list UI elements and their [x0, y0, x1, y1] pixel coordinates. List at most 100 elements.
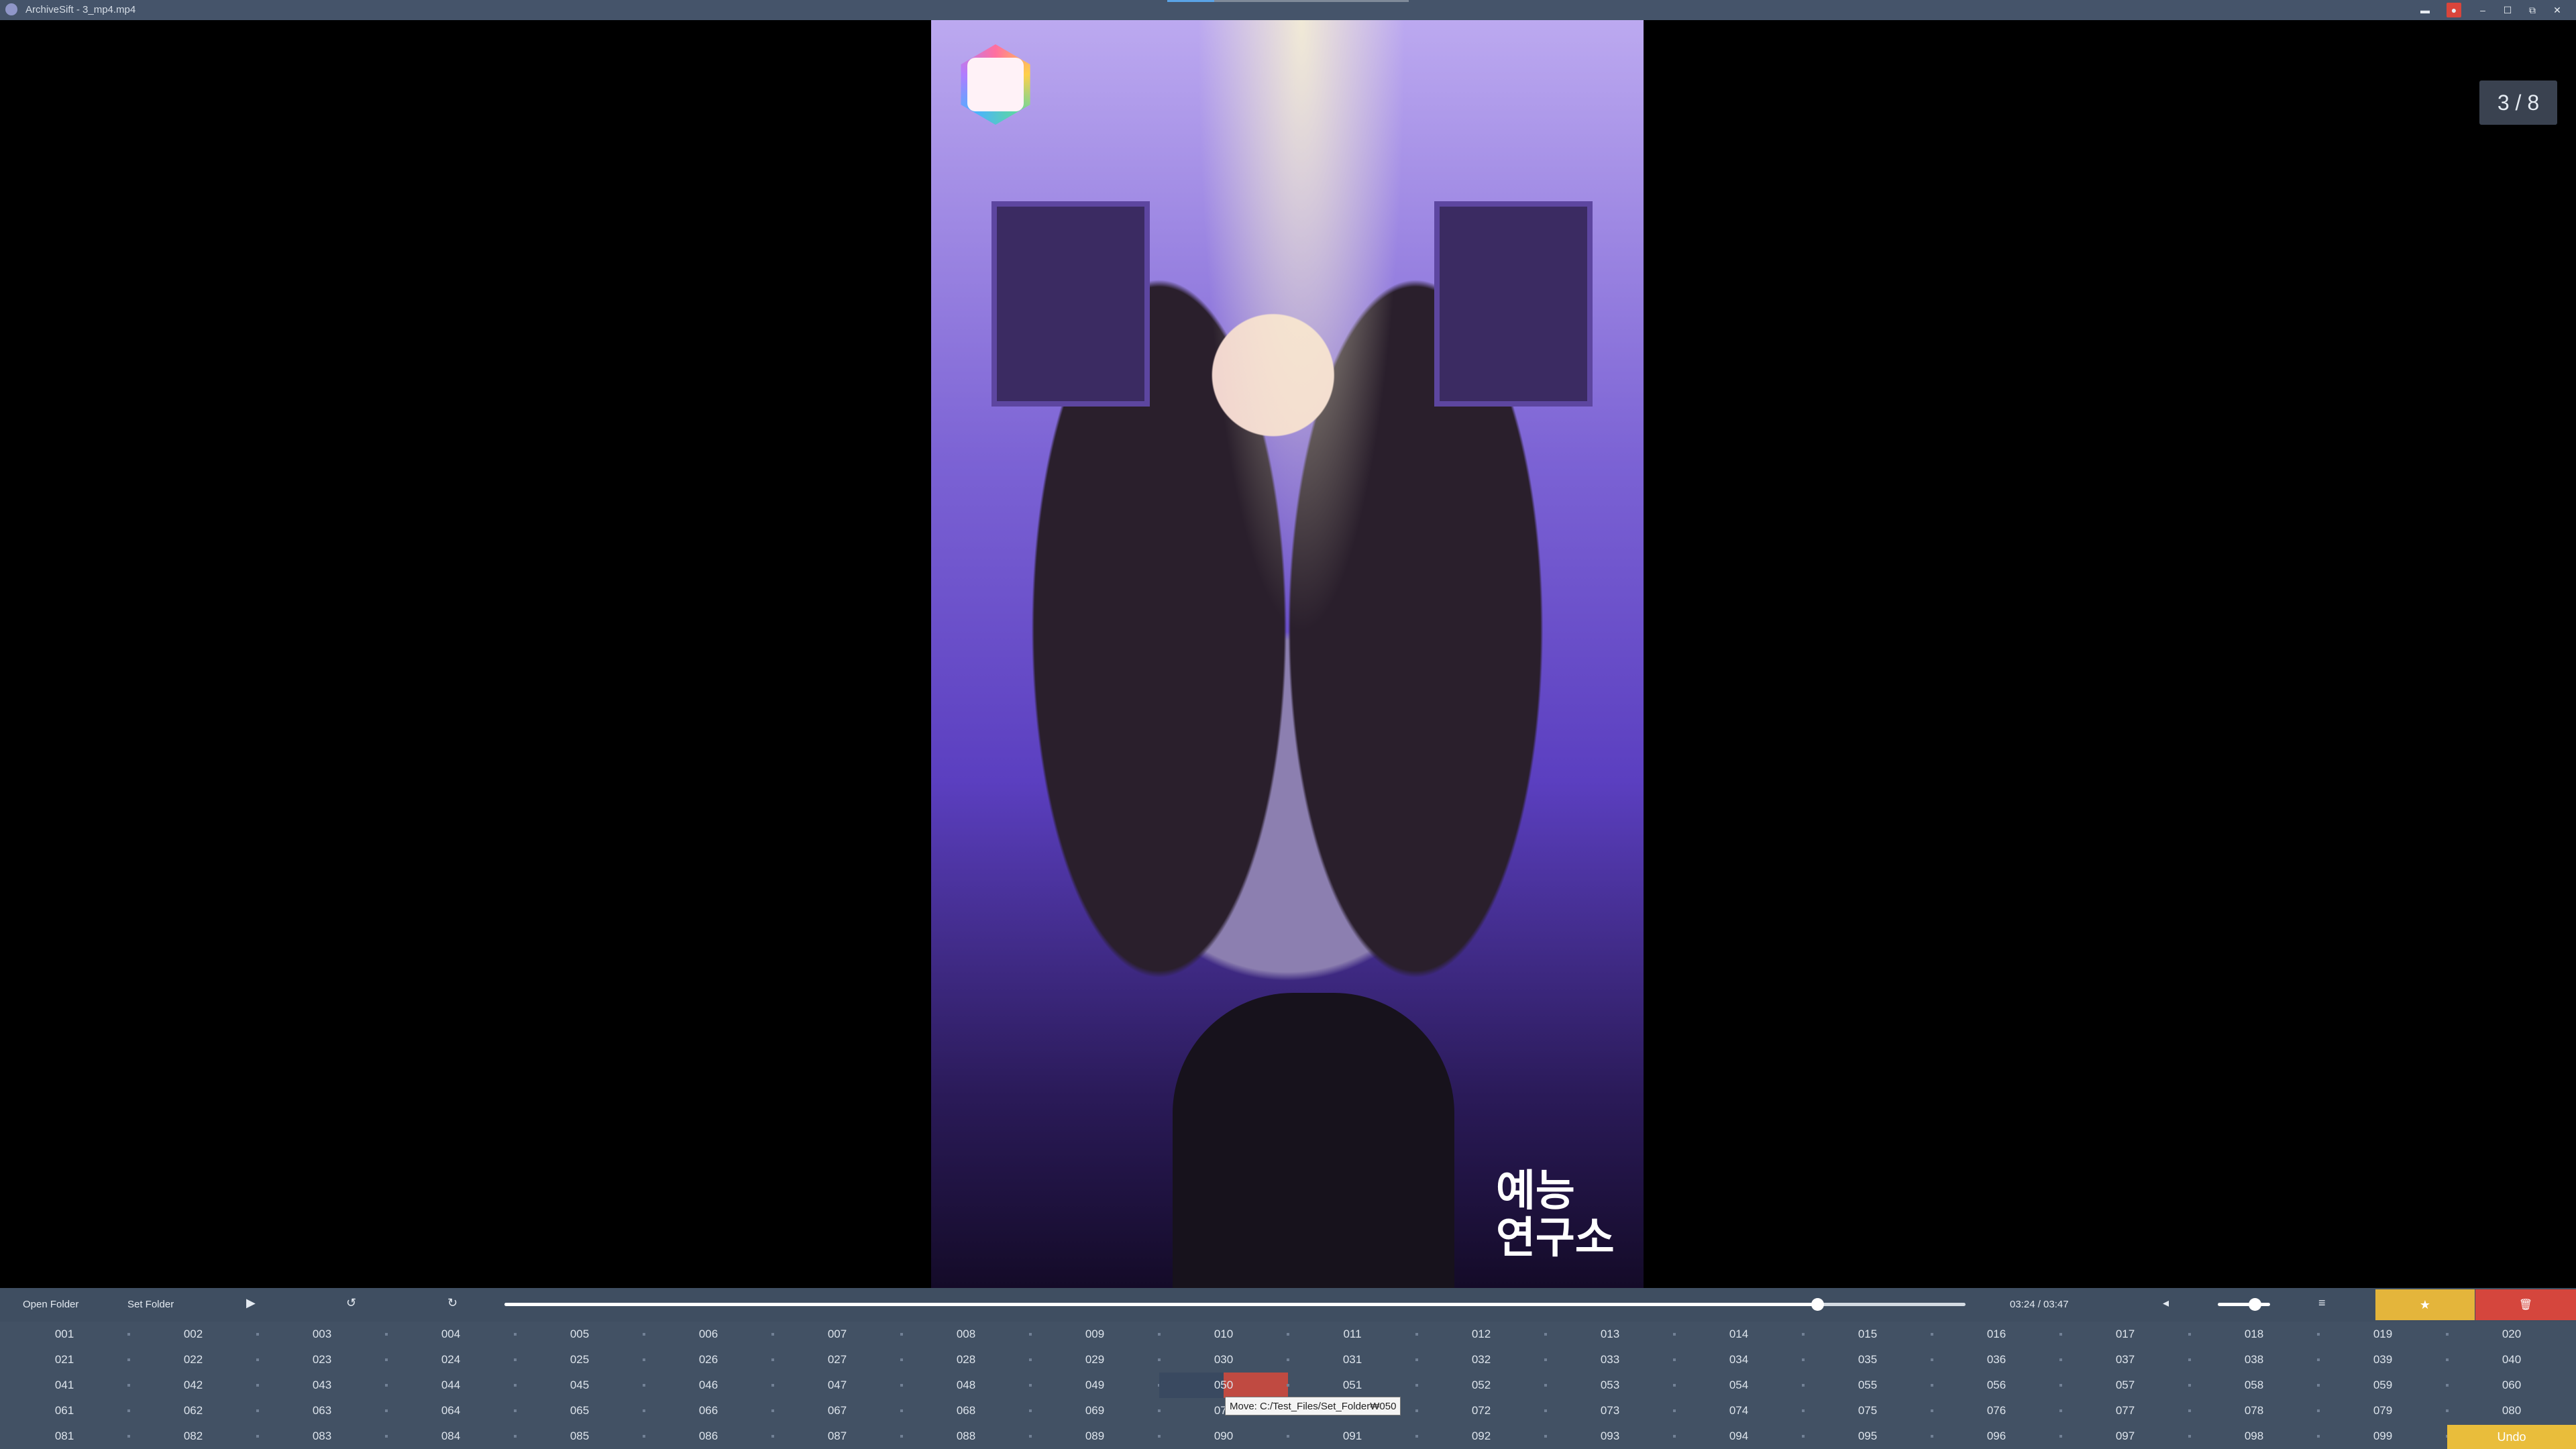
folder-cell[interactable]: 036	[1932, 1347, 2061, 1373]
volume-slider[interactable]	[2218, 1298, 2270, 1311]
folder-cell[interactable]: 046	[644, 1373, 773, 1398]
restore-button[interactable]: ⧉	[2525, 3, 2540, 17]
folder-cell[interactable]: 009	[1030, 1322, 1159, 1347]
rotate-left-icon[interactable]: ↺	[346, 1296, 356, 1310]
folder-cell[interactable]: 021	[0, 1347, 129, 1373]
folder-cell[interactable]: 094	[1674, 1424, 1803, 1449]
folder-cell[interactable]: 003	[258, 1322, 386, 1347]
folder-cell[interactable]: 087	[773, 1424, 902, 1449]
open-folder-button[interactable]: Open Folder	[23, 1299, 78, 1310]
folder-cell[interactable]: 005	[515, 1322, 644, 1347]
folder-cell[interactable]: 089	[1030, 1424, 1159, 1449]
folder-cell[interactable]: 020	[2447, 1322, 2576, 1347]
folder-cell[interactable]: 053	[1546, 1373, 1674, 1398]
folder-cell[interactable]: 076	[1932, 1398, 2061, 1424]
folder-cell[interactable]: 035	[1803, 1347, 1932, 1373]
folder-cell[interactable]: 033	[1546, 1347, 1674, 1373]
folder-cell[interactable]: 026	[644, 1347, 773, 1373]
folder-cell[interactable]: 015	[1803, 1322, 1932, 1347]
folder-cell[interactable]: 011	[1288, 1322, 1417, 1347]
folder-cell[interactable]: 055	[1803, 1373, 1932, 1398]
folder-cell[interactable]: 004	[386, 1322, 515, 1347]
folder-cell[interactable]: 012	[1417, 1322, 1546, 1347]
play-icon[interactable]: ▶	[246, 1296, 256, 1310]
folder-cell[interactable]: 062	[129, 1398, 258, 1424]
folder-cell[interactable]: 057	[2061, 1373, 2190, 1398]
folder-cell[interactable]: 093	[1546, 1424, 1674, 1449]
folder-cell[interactable]: 065	[515, 1398, 644, 1424]
folder-cell[interactable]: 078	[2190, 1398, 2318, 1424]
folder-cell[interactable]: 016	[1932, 1322, 2061, 1347]
folder-cell[interactable]: 086	[644, 1424, 773, 1449]
folder-cell[interactable]: 018	[2190, 1322, 2318, 1347]
folder-cell[interactable]: 079	[2318, 1398, 2447, 1424]
folder-cell[interactable]: 099	[2318, 1424, 2447, 1449]
folder-cell[interactable]: 008	[902, 1322, 1030, 1347]
seek-bar[interactable]	[504, 1298, 1966, 1311]
folder-cell[interactable]: 061	[0, 1398, 129, 1424]
folder-cell[interactable]: 019	[2318, 1322, 2447, 1347]
folder-cell[interactable]: 095	[1803, 1424, 1932, 1449]
folder-cell[interactable]: 001	[0, 1322, 129, 1347]
folder-cell[interactable]: 014	[1674, 1322, 1803, 1347]
volume-handle[interactable]	[2248, 1298, 2261, 1311]
delete-button[interactable]: 🗑	[2475, 1289, 2576, 1320]
folder-cell[interactable]: 043	[258, 1373, 386, 1398]
folder-cell[interactable]: 027	[773, 1347, 902, 1373]
minimize-button[interactable]: –	[2475, 3, 2490, 17]
folder-cell[interactable]: 032	[1417, 1347, 1546, 1373]
rotate-right-icon[interactable]: ↻	[447, 1296, 458, 1310]
close-button[interactable]: ✕	[2550, 3, 2565, 17]
folder-cell[interactable]: 029	[1030, 1347, 1159, 1373]
folder-cell[interactable]: 037	[2061, 1347, 2190, 1373]
folder-cell[interactable]: 092	[1417, 1424, 1546, 1449]
folder-cell[interactable]: 072	[1417, 1398, 1546, 1424]
minibar-icon[interactable]: ▬	[2418, 3, 2432, 17]
folder-cell[interactable]: 013	[1546, 1322, 1674, 1347]
folder-cell[interactable]: 067	[773, 1398, 902, 1424]
folder-cell[interactable]: 040	[2447, 1347, 2576, 1373]
folder-cell[interactable]: 045	[515, 1373, 644, 1398]
folder-cell[interactable]: 042	[129, 1373, 258, 1398]
folder-cell[interactable]: 096	[1932, 1424, 2061, 1449]
folder-cell[interactable]: 088	[902, 1424, 1030, 1449]
folder-cell[interactable]: 073	[1546, 1398, 1674, 1424]
set-folder-button[interactable]: Set Folder	[127, 1299, 174, 1310]
folder-cell[interactable]: 058	[2190, 1373, 2318, 1398]
folder-cell[interactable]: 052	[1417, 1373, 1546, 1398]
folder-cell[interactable]: 068	[902, 1398, 1030, 1424]
folder-cell[interactable]: 085	[515, 1424, 644, 1449]
folder-cell[interactable]: 090	[1159, 1424, 1288, 1449]
folder-cell[interactable]: 024	[386, 1347, 515, 1373]
folder-cell[interactable]: 048	[902, 1373, 1030, 1398]
folder-cell[interactable]: 097	[2061, 1424, 2190, 1449]
folder-cell[interactable]: 051	[1288, 1373, 1417, 1398]
undo-button[interactable]: Undo	[2447, 1425, 2576, 1449]
folder-cell[interactable]: 039	[2318, 1347, 2447, 1373]
folder-cell[interactable]: 054	[1674, 1373, 1803, 1398]
folder-cell[interactable]: 006	[644, 1322, 773, 1347]
folder-cell[interactable]: 084	[386, 1424, 515, 1449]
folder-cell[interactable]: 023	[258, 1347, 386, 1373]
folder-cell[interactable]: 082	[129, 1424, 258, 1449]
folder-cell[interactable]: 059	[2318, 1373, 2447, 1398]
folder-cell[interactable]: 034	[1674, 1347, 1803, 1373]
record-icon[interactable]: ●	[2447, 3, 2461, 17]
folder-cell[interactable]: 038	[2190, 1347, 2318, 1373]
folder-cell[interactable]: 075	[1803, 1398, 1932, 1424]
star-button[interactable]: ★	[2375, 1289, 2475, 1320]
folder-cell[interactable]: 030	[1159, 1347, 1288, 1373]
folder-cell[interactable]: 017	[2061, 1322, 2190, 1347]
folder-cell[interactable]: 028	[902, 1347, 1030, 1373]
folder-cell[interactable]: 083	[258, 1424, 386, 1449]
seek-handle[interactable]	[1811, 1298, 1824, 1311]
folder-cell[interactable]: 025	[515, 1347, 644, 1373]
folder-cell[interactable]: 031	[1288, 1347, 1417, 1373]
folder-cell[interactable]: 074	[1674, 1398, 1803, 1424]
folder-cell[interactable]: 081	[0, 1424, 129, 1449]
folder-cell[interactable]: 049	[1030, 1373, 1159, 1398]
folder-cell[interactable]: 044	[386, 1373, 515, 1398]
folder-cell[interactable]: 002	[129, 1322, 258, 1347]
folder-cell[interactable]: 091	[1288, 1424, 1417, 1449]
folder-cell[interactable]: 056	[1932, 1373, 2061, 1398]
